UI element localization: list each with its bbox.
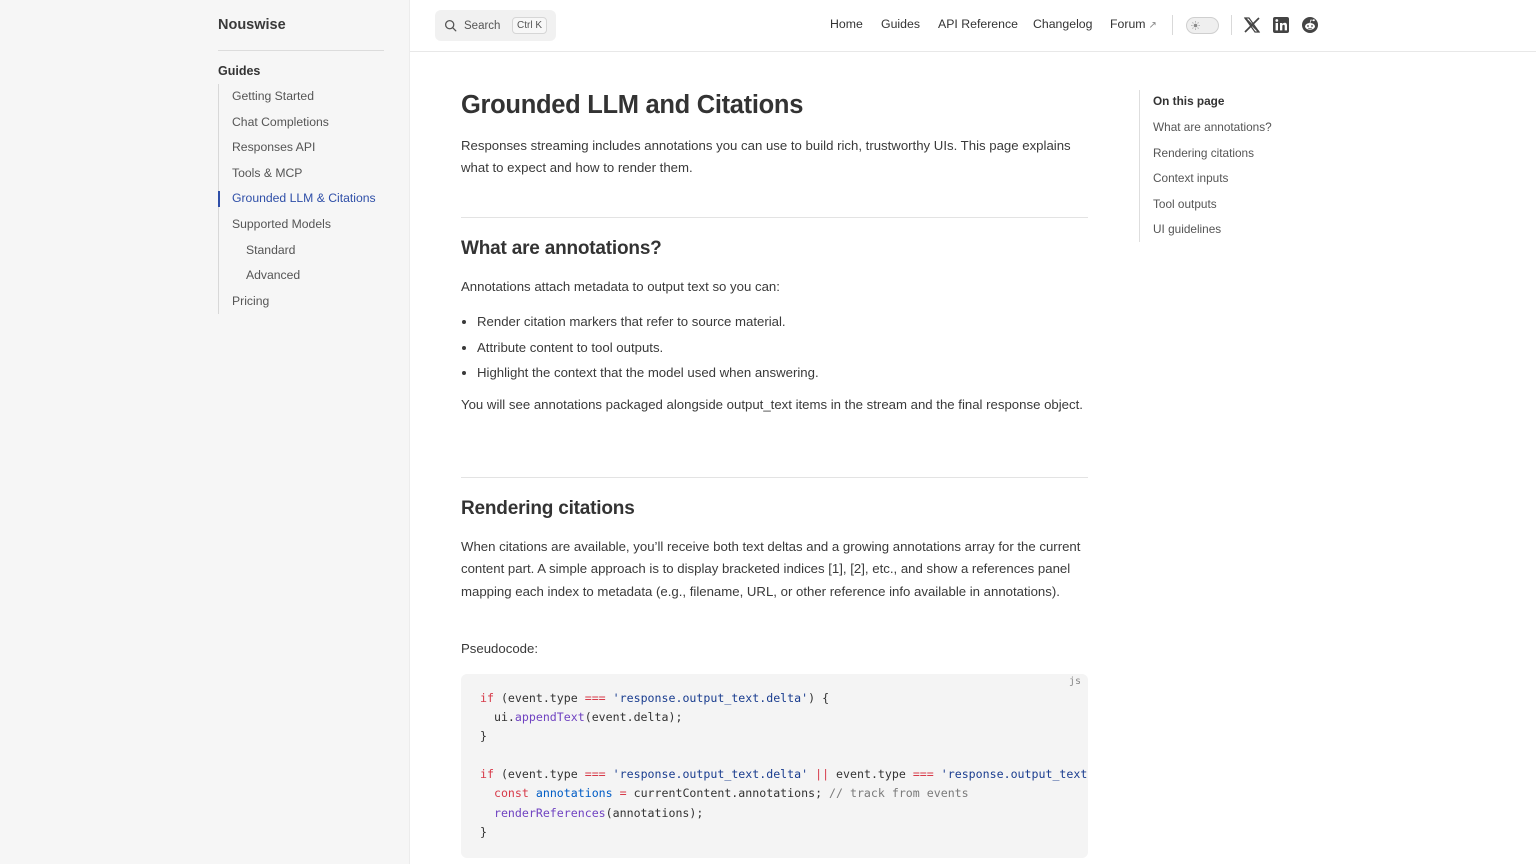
x-icon[interactable] [1243,16,1261,34]
toc-item-rendering-citations[interactable]: Rendering citations [1153,146,1254,160]
section-heading-annotations: What are annotations? [461,238,662,259]
toc-title: On this page [1153,94,1225,108]
toc-item-tool-outputs[interactable]: Tool outputs [1153,197,1217,211]
section-divider [461,217,1088,218]
top-header: Search Ctrl K Home Guides API Reference … [410,0,1536,52]
sidebar-item-tools-mcp[interactable]: Tools & MCP [219,161,388,187]
intro-paragraph: Responses streaming includes annotations… [461,138,1071,176]
sidebar-item-grounded-llm-citations[interactable]: Grounded LLM & Citations [218,186,388,212]
table-of-contents: On this page What are annotations? Rende… [1139,90,1299,242]
nav-home-link[interactable]: Home [830,17,863,31]
annotations-after-paragraph: You will see annotations packaged alongs… [461,397,1083,412]
search-label: Search [464,19,501,32]
toc-item-what-are-annotations[interactable]: What are annotations? [1153,120,1272,134]
section-heading-rendering-citations: Rendering citations [461,498,635,519]
code-content: if (event.type === 'response.output_text… [480,691,1088,839]
sidebar-nav: Getting Started Chat Completions Respons… [218,84,388,315]
list-item: Highlight the context that the model use… [477,360,1077,386]
nav-forum-link[interactable]: Forum ↗ [1110,17,1157,31]
header-divider [1172,15,1173,35]
sidebar-item-standard[interactable]: Standard [219,238,388,264]
list-item: Attribute content to tool outputs. [477,335,1077,361]
nav-api-reference-link[interactable]: API Reference [938,17,1018,31]
search-button[interactable]: Search Ctrl K [435,10,556,41]
sidebar: Nouswise Guides Getting Started Chat Com… [0,0,410,864]
sun-icon [1191,21,1200,30]
sidebar-item-supported-models[interactable]: Supported Models [219,212,388,238]
code-language-label: js [1068,676,1081,687]
brand-logo-text[interactable]: Nouswise [218,17,286,33]
sidebar-item-chat-completions[interactable]: Chat Completions [219,110,388,136]
toc-item-ui-guidelines[interactable]: UI guidelines [1153,222,1221,236]
nav-forum-label: Forum [1110,17,1146,31]
pseudocode-label: Pseudocode: [461,641,538,656]
nav-changelog-link[interactable]: Changelog [1033,17,1093,31]
sidebar-item-pricing[interactable]: Pricing [219,289,388,315]
sidebar-section-title[interactable]: Guides [218,64,260,78]
sidebar-item-getting-started[interactable]: Getting Started [219,84,388,110]
external-link-icon: ↗ [1148,20,1157,31]
list-item: Render citation markers that refer to so… [477,309,1077,335]
sidebar-item-responses-api[interactable]: Responses API [219,135,388,161]
toc-item-context-inputs[interactable]: Context inputs [1153,171,1228,185]
header-divider [1231,15,1232,35]
code-block: js if (event.type === 'response.output_t… [461,674,1088,858]
reddit-icon[interactable] [1301,16,1319,34]
theme-toggle[interactable] [1186,17,1219,34]
rendering-citations-paragraph: When citations are available, you’ll rec… [461,539,1081,599]
nav-guides-link[interactable]: Guides [881,17,920,31]
sidebar-item-advanced[interactable]: Advanced [219,263,388,289]
search-shortcut-badge: Ctrl K [512,17,547,34]
search-icon [444,19,457,32]
annotations-lead-paragraph: Annotations attach metadata to output te… [461,279,780,294]
annotations-bullet-list: Render citation markers that refer to so… [477,309,1077,386]
page-title: Grounded LLM and Citations [461,91,804,119]
linkedin-icon[interactable] [1272,16,1290,34]
sidebar-divider [218,50,384,51]
section-divider [461,477,1088,478]
